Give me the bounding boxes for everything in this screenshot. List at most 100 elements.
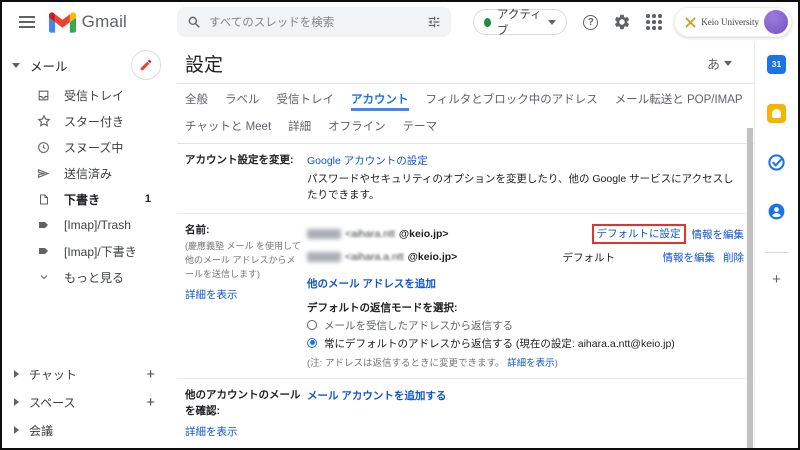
label-icon xyxy=(36,219,51,231)
tab-themes[interactable]: テーマ xyxy=(403,118,438,134)
clock-icon xyxy=(36,141,51,154)
draft-icon xyxy=(36,193,51,206)
make-default-link[interactable]: デフォルトに設定 xyxy=(597,228,681,240)
account-badge[interactable]: Keio University xyxy=(674,7,792,37)
tab-inbox[interactable]: 受信トレイ xyxy=(277,91,335,111)
radio-unchecked-icon[interactable] xyxy=(307,320,317,330)
learn-more-link[interactable]: 詳細を表示 xyxy=(185,424,238,439)
tab-offline[interactable]: オフライン xyxy=(328,118,386,134)
sidebar-group-meet[interactable]: 会議 xyxy=(2,416,177,444)
tasks-icon[interactable] xyxy=(767,152,787,172)
tab-advanced[interactable]: 詳細 xyxy=(288,118,311,134)
search-options-icon[interactable] xyxy=(427,15,441,29)
input-tools-button[interactable]: あ xyxy=(707,54,732,73)
drafts-count: 1 xyxy=(145,193,151,205)
row-description: パスワードやセキュリティのオプションを変更したり、他の Google サービスに… xyxy=(307,171,737,204)
status-label: アクティブ xyxy=(497,6,542,38)
inbox-icon xyxy=(36,89,51,102)
add-mail-account-link[interactable]: メール アカウントを追加する xyxy=(307,390,446,402)
email-local-part: <aihara.ntt xyxy=(345,228,395,240)
radio-checked-icon[interactable] xyxy=(307,338,317,348)
gmail-m-icon xyxy=(49,12,76,33)
settings-gear-icon[interactable] xyxy=(613,13,631,31)
tab-filters[interactable]: フィルタとブロック中のアドレス xyxy=(426,91,598,111)
row-check-other-accounts: 他のアカウントのメールを確認: 詳細を表示 メール アカウントを追加する xyxy=(177,379,754,448)
reply-option-row[interactable]: 常にデフォルトのアドレスから返信する (現在の設定: aihara.a.ntt@… xyxy=(307,337,744,351)
email-local-part: <aihara.a.ntt xyxy=(345,251,404,263)
gmail-settings-window: Gmail すべてのスレッドを検索 アクティブ ? Keio Universit… xyxy=(0,0,800,450)
email-address-row: <aihara.a.ntt @keio.jp> デフォルト 情報を編集 削除 xyxy=(307,246,744,269)
contacts-icon[interactable] xyxy=(767,201,787,221)
sidebar-item-snoozed[interactable]: スヌーズ中 xyxy=(2,134,177,160)
new-space-button[interactable]: + xyxy=(146,394,155,411)
sidebar-item-starred[interactable]: スター付き xyxy=(2,108,177,134)
annotation-highlight-box: デフォルトに設定 xyxy=(592,224,686,244)
row-label: 他のアカウントのメールを確認: xyxy=(185,388,301,420)
status-selector[interactable]: アクティブ xyxy=(473,9,568,35)
sidebar-item-drafts[interactable]: 下書き 1 xyxy=(2,186,177,212)
learn-more-link[interactable]: 詳細を表示 xyxy=(507,358,555,369)
tab-chat-meet[interactable]: チャットと Meet xyxy=(185,118,271,134)
vertical-scrollbar[interactable] xyxy=(747,128,753,448)
tab-forwarding[interactable]: メール転送と POP/IMAP xyxy=(615,91,743,111)
sidebar-item-sent[interactable]: 送信済み xyxy=(2,160,177,186)
topbar: Gmail すべてのスレッドを検索 アクティブ ? Keio Universit… xyxy=(2,2,798,42)
divider xyxy=(765,252,789,253)
tab-labels[interactable]: ラベル xyxy=(225,91,260,111)
google-account-settings-link[interactable]: Google アカウントの設定 xyxy=(307,155,428,167)
star-icon xyxy=(36,114,51,128)
sidebar-group-chat[interactable]: チャット + xyxy=(2,360,177,388)
reply-mode-label: デフォルトの返信モードを選択: xyxy=(307,300,744,315)
gmail-wordmark: Gmail xyxy=(82,12,127,32)
sidebar-group-spaces[interactable]: スペース + xyxy=(2,388,177,416)
chevron-down-icon xyxy=(548,20,556,25)
gmail-logo[interactable]: Gmail xyxy=(49,12,127,33)
keep-icon[interactable] xyxy=(767,103,787,123)
settings-tabs: 全般 ラベル 受信トレイ アカウント フィルタとブロック中のアドレス メール転送… xyxy=(177,84,754,144)
chevron-down-icon xyxy=(36,271,51,283)
default-status-label: デフォルト xyxy=(563,250,663,265)
delete-link[interactable]: 削除 xyxy=(723,250,744,265)
row-account-settings: アカウント設定を変更: Google アカウントの設定 パスワードやセキュリティ… xyxy=(177,144,754,214)
learn-more-link[interactable]: 詳細を表示 xyxy=(185,287,238,302)
sidebar-item-more[interactable]: もっと見る xyxy=(2,264,177,290)
edit-info-link[interactable]: 情報を編集 xyxy=(692,227,745,242)
pencil-icon xyxy=(139,58,153,72)
get-addons-button[interactable]: + xyxy=(772,271,781,288)
org-name: Keio University xyxy=(701,17,759,27)
chevron-down-icon xyxy=(724,61,732,66)
keio-logo-icon xyxy=(685,17,696,28)
redacted-name xyxy=(307,229,341,239)
label-icon xyxy=(36,245,51,257)
add-email-address-link[interactable]: 他のメール アドレスを追加 xyxy=(307,276,436,291)
email-address-row: <aihara.ntt @keio.jp> デフォルトに設定 情報を編集 xyxy=(307,223,744,246)
reply-option-row[interactable]: メールを受信したアドレスから返信する xyxy=(307,319,744,333)
avatar[interactable] xyxy=(764,10,788,34)
email-domain: @keio.jp> xyxy=(399,228,449,240)
tab-accounts[interactable]: アカウント xyxy=(351,91,409,111)
help-icon[interactable]: ? xyxy=(583,15,598,30)
sidebar-section-mail[interactable]: メール xyxy=(30,56,68,75)
calendar-icon[interactable]: 31 xyxy=(767,54,787,74)
search-input[interactable]: すべてのスレッドを検索 xyxy=(177,7,451,37)
edit-info-link[interactable]: 情報を編集 xyxy=(663,250,716,265)
new-chat-button[interactable]: + xyxy=(146,366,155,383)
active-status-dot xyxy=(484,18,491,27)
search-icon xyxy=(187,15,201,29)
sidebar-item-imap-trash[interactable]: [Imap]/Trash xyxy=(2,212,177,238)
row-note: (慶應義塾 メール を使用して他のメール アドレスからメールを送信します) xyxy=(185,240,301,282)
expand-icon xyxy=(14,370,19,378)
row-send-mail-as: 名前: (慶應義塾 メール を使用して他のメール アドレスからメールを送信します… xyxy=(177,214,754,379)
main-menu-icon[interactable] xyxy=(12,4,43,40)
google-apps-icon[interactable] xyxy=(646,14,662,30)
page-title: 設定 xyxy=(185,50,223,77)
compose-button[interactable] xyxy=(131,50,161,80)
row-label: アカウント設定を変更: xyxy=(185,153,301,169)
sidebar-item-imap-drafts[interactable]: [Imap]/下書き xyxy=(2,238,177,264)
side-panel: 31 + xyxy=(754,42,798,448)
tab-general[interactable]: 全般 xyxy=(185,91,208,111)
settings-main: 設定 あ 全般 ラベル 受信トレイ アカウント フィルタとブロック中のアドレス … xyxy=(177,42,754,448)
sidebar-item-inbox[interactable]: 受信トレイ xyxy=(2,82,177,108)
expand-icon xyxy=(14,426,19,434)
collapse-mail-icon[interactable] xyxy=(12,63,20,68)
